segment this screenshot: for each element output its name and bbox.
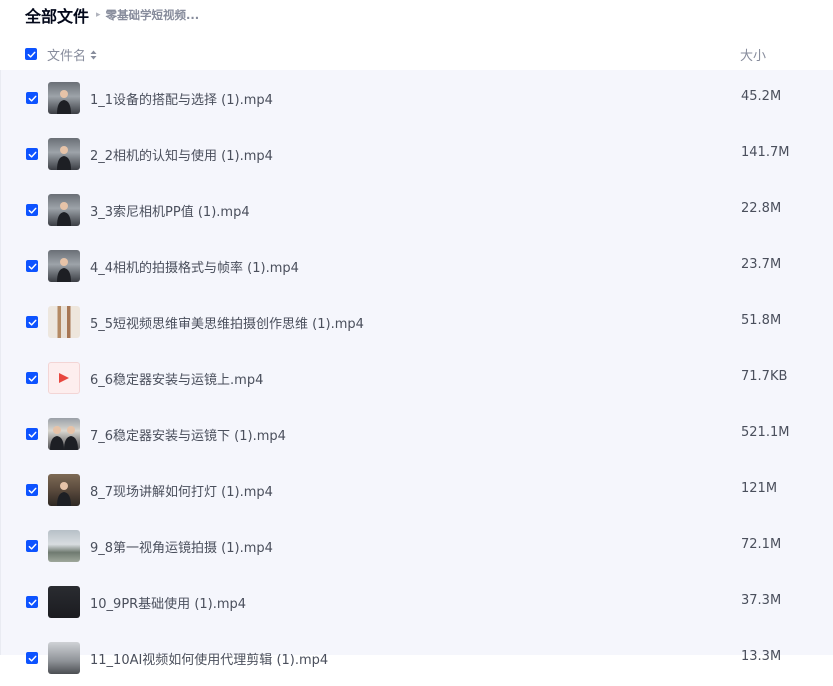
file-row[interactable]: 7_6稳定器安装与运镜下 (1).mp4 521.1M xyxy=(1,406,833,462)
file-name[interactable]: 4_4相机的拍摄格式与帧率 (1).mp4 xyxy=(90,257,299,276)
file-checkbox[interactable] xyxy=(26,204,38,216)
file-size: 23.7M xyxy=(741,257,782,272)
file-name[interactable]: 5_5短视频思维审美思维拍摄创作思维 (1).mp4 xyxy=(90,313,364,332)
file-name[interactable]: 6_6稳定器安装与运镜上.mp4 xyxy=(90,369,263,388)
file-size: 13.3M xyxy=(741,649,782,664)
breadcrumb: 全部文件 ▸ 零基础学短视频... xyxy=(25,4,199,26)
file-row[interactable]: 10_9PR基础使用 (1).mp4 37.3M xyxy=(1,574,833,630)
file-checkbox[interactable] xyxy=(26,596,38,608)
checkmark-icon xyxy=(28,599,36,606)
file-row[interactable]: 1_1设备的搭配与选择 (1).mp4 45.2M xyxy=(1,70,833,126)
file-size: 37.3M xyxy=(741,593,782,608)
file-name[interactable]: 8_7现场讲解如何打灯 (1).mp4 xyxy=(90,481,273,500)
video-thumbnail[interactable] xyxy=(48,530,80,562)
video-thumbnail[interactable] xyxy=(48,306,80,338)
checkmark-icon xyxy=(28,207,36,214)
file-row[interactable]: 9_8第一视角运镜拍摄 (1).mp4 72.1M xyxy=(1,518,833,574)
presenter-figure xyxy=(57,202,71,226)
video-play-icon[interactable] xyxy=(48,362,80,394)
file-row[interactable]: 5_5短视频思维审美思维拍摄创作思维 (1).mp4 51.8M xyxy=(1,294,833,350)
file-name[interactable]: 3_3索尼相机PP值 (1).mp4 xyxy=(90,201,250,220)
file-row[interactable]: 6_6稳定器安装与运镜上.mp4 71.7KB xyxy=(1,350,833,406)
file-name[interactable]: 2_2相机的认知与使用 (1).mp4 xyxy=(90,145,273,164)
size-column-header[interactable]: 大小 xyxy=(740,45,766,64)
file-checkbox[interactable] xyxy=(26,428,38,440)
file-size: 72.1M xyxy=(741,537,782,552)
name-column-header[interactable]: 文件名 xyxy=(47,45,97,64)
breadcrumb-current: 零基础学短视频... xyxy=(105,8,200,22)
file-name[interactable]: 7_6稳定器安装与运镜下 (1).mp4 xyxy=(90,425,286,444)
presenter-figure xyxy=(64,426,78,450)
sort-icon[interactable] xyxy=(90,50,97,60)
checkmark-icon xyxy=(28,319,36,326)
video-thumbnail[interactable] xyxy=(48,586,80,618)
file-checkbox[interactable] xyxy=(26,484,38,496)
file-size: 521.1M xyxy=(741,425,790,440)
video-thumbnail[interactable] xyxy=(48,418,80,450)
file-size: 141.7M xyxy=(741,145,790,160)
select-all-checkbox[interactable] xyxy=(25,48,37,60)
file-row[interactable]: 11_10AI视频如何使用代理剪辑 (1).mp4 13.3M xyxy=(1,630,833,686)
video-thumbnail[interactable] xyxy=(48,194,80,226)
name-column-label: 文件名 xyxy=(47,49,87,64)
file-checkbox[interactable] xyxy=(26,92,38,104)
checkmark-icon xyxy=(28,431,36,438)
breadcrumb-separator-icon: ▸ xyxy=(96,10,101,20)
file-row[interactable]: 2_2相机的认知与使用 (1).mp4 141.7M xyxy=(1,126,833,182)
file-checkbox[interactable] xyxy=(26,260,38,272)
file-size: 45.2M xyxy=(741,89,782,104)
video-thumbnail[interactable] xyxy=(48,250,80,282)
video-thumbnail[interactable] xyxy=(48,642,80,674)
video-thumbnail[interactable] xyxy=(48,138,80,170)
play-icon xyxy=(59,373,69,383)
checkmark-icon xyxy=(28,543,36,550)
presenter-figure xyxy=(57,482,71,506)
file-size: 71.7KB xyxy=(741,369,788,384)
presenter-figure xyxy=(57,90,71,114)
breadcrumb-root[interactable]: 全部文件 xyxy=(25,3,89,27)
file-list: 1_1设备的搭配与选择 (1).mp4 45.2M 2_2相机的认知与使用 (1).… xyxy=(0,70,833,674)
checkmark-icon xyxy=(28,95,36,102)
file-row[interactable]: 8_7现场讲解如何打灯 (1).mp4 121M xyxy=(1,462,833,518)
checkmark-icon xyxy=(28,263,36,270)
file-size: 121M xyxy=(741,481,778,496)
file-size: 51.8M xyxy=(741,313,782,328)
checkmark-icon xyxy=(28,487,36,494)
presenter-figure xyxy=(57,146,71,170)
file-name[interactable]: 11_10AI视频如何使用代理剪辑 (1).mp4 xyxy=(90,649,328,668)
checkmark-icon xyxy=(28,151,36,158)
checkmark-icon xyxy=(28,375,36,382)
file-name[interactable]: 9_8第一视角运镜拍摄 (1).mp4 xyxy=(90,537,273,556)
file-checkbox[interactable] xyxy=(26,540,38,552)
file-checkbox[interactable] xyxy=(26,372,38,384)
file-checkbox[interactable] xyxy=(26,316,38,328)
file-list-header: 文件名 大小 xyxy=(0,38,833,70)
file-checkbox[interactable] xyxy=(26,148,38,160)
file-name[interactable]: 10_9PR基础使用 (1).mp4 xyxy=(90,593,246,612)
video-thumbnail[interactable] xyxy=(48,474,80,506)
presenter-figure xyxy=(57,258,71,282)
file-checkbox[interactable] xyxy=(26,652,38,664)
checkmark-icon xyxy=(27,51,35,58)
file-name[interactable]: 1_1设备的搭配与选择 (1).mp4 xyxy=(90,89,273,108)
file-row[interactable]: 3_3索尼相机PP值 (1).mp4 22.8M xyxy=(1,182,833,238)
video-thumbnail[interactable] xyxy=(48,82,80,114)
file-row[interactable]: 4_4相机的拍摄格式与帧率 (1).mp4 23.7M xyxy=(1,238,833,294)
file-size: 22.8M xyxy=(741,201,782,216)
